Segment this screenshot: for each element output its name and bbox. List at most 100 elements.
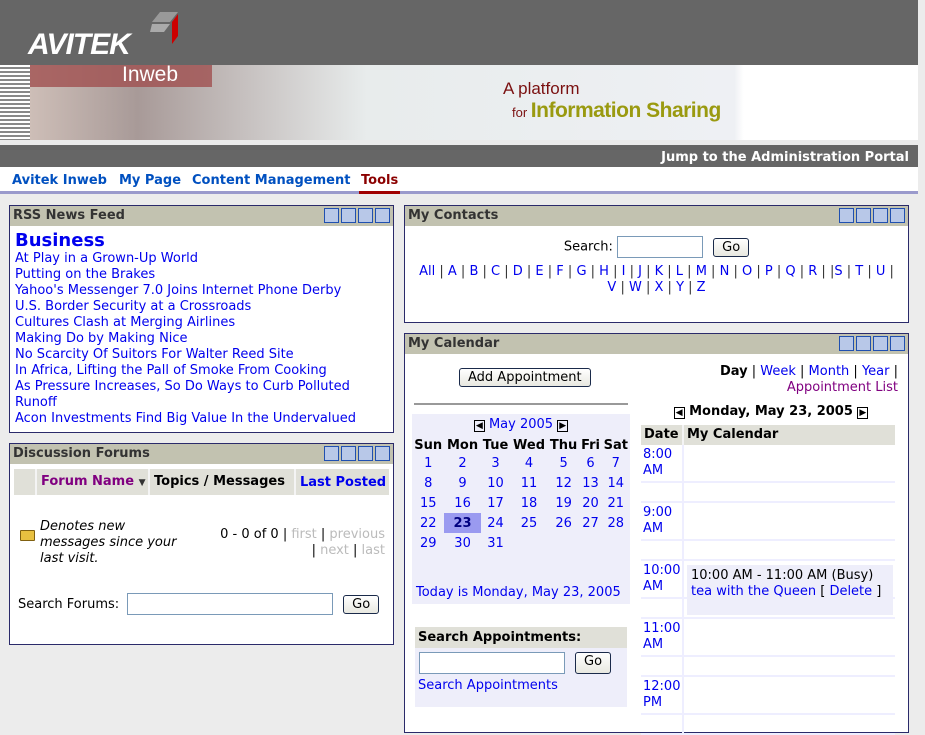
calendar-day[interactable]: 5: [548, 453, 580, 473]
maximize-icon[interactable]: [341, 446, 356, 461]
calendar-day[interactable]: 6: [580, 453, 602, 473]
calendar-day[interactable]: 23: [444, 513, 481, 533]
forum-search-go[interactable]: Go: [343, 594, 380, 614]
calendar-day[interactable]: 25: [510, 513, 547, 533]
rss-item[interactable]: In Africa, Lifting the Pall of Smoke Fro…: [15, 363, 388, 379]
contact-letter-x[interactable]: X: [655, 280, 664, 295]
view-appointment-list[interactable]: Appointment List: [787, 380, 898, 395]
add-appointment-button[interactable]: Add Appointment: [459, 368, 591, 387]
contact-letter-c[interactable]: C: [491, 264, 500, 279]
rss-item[interactable]: Cultures Clash at Merging Airlines: [15, 315, 388, 331]
edit-icon[interactable]: [890, 208, 905, 223]
event-delete-link[interactable]: Delete: [829, 584, 872, 599]
next-month-icon[interactable]: ▶: [557, 420, 569, 432]
rss-item[interactable]: Putting on the Brakes: [15, 267, 388, 283]
rss-item[interactable]: Acon Investments Find Big Value In the U…: [15, 411, 388, 427]
hour-link[interactable]: 10:00 AM: [641, 561, 684, 597]
contact-letter-b[interactable]: B: [469, 264, 478, 279]
nav-my-page[interactable]: My Page: [119, 173, 181, 188]
view-year[interactable]: Year: [862, 364, 890, 379]
contact-search-go[interactable]: Go: [713, 237, 750, 257]
edit-icon[interactable]: [890, 336, 905, 351]
event-name-link[interactable]: tea with the Queen: [691, 584, 816, 599]
rss-item[interactable]: At Play in a Grown-Up World: [15, 251, 388, 267]
maximize-icon[interactable]: [341, 208, 356, 223]
close-icon[interactable]: [873, 336, 888, 351]
calendar-day[interactable]: 14: [602, 473, 630, 493]
calendar-day[interactable]: 31: [481, 533, 511, 553]
contact-letter-v[interactable]: V: [607, 280, 616, 295]
calendar-day[interactable]: 10: [481, 473, 511, 493]
minimize-icon[interactable]: [324, 446, 339, 461]
rss-item[interactable]: U.S. Border Security at a Crossroads: [15, 299, 388, 315]
view-day[interactable]: Day: [720, 364, 748, 379]
calendar-day[interactable]: 27: [580, 513, 602, 533]
hour-link[interactable]: 12:00 PM: [641, 677, 684, 713]
pager-last[interactable]: last: [362, 543, 385, 558]
appointment-search-input[interactable]: [419, 652, 565, 674]
calendar-day[interactable]: 9: [444, 473, 480, 493]
contact-letter-r[interactable]: R: [808, 264, 817, 279]
contact-letter-e[interactable]: E: [535, 264, 543, 279]
contact-letter-g[interactable]: G: [576, 264, 586, 279]
close-icon[interactable]: [358, 446, 373, 461]
calendar-day[interactable]: 21: [602, 493, 630, 513]
pager-previous[interactable]: previous: [329, 527, 385, 542]
rss-item[interactable]: As Pressure Increases, So Do Ways to Cur…: [15, 379, 388, 411]
minimize-icon[interactable]: [839, 336, 854, 351]
contact-letter-o[interactable]: O: [742, 264, 752, 279]
pager-first[interactable]: first: [291, 527, 316, 542]
close-icon[interactable]: [873, 208, 888, 223]
contact-letter-y[interactable]: Y: [676, 280, 684, 295]
contact-letter-d[interactable]: D: [513, 264, 523, 279]
contact-letter-l[interactable]: L: [676, 264, 683, 279]
hour-link[interactable]: 8:00 AM: [641, 445, 684, 481]
rss-item[interactable]: No Scarcity Of Suitors For Walter Reed S…: [15, 347, 388, 363]
prev-month-icon[interactable]: ◀: [473, 420, 485, 432]
calendar-day[interactable]: 4: [510, 453, 547, 473]
rss-item[interactable]: Yahoo's Messenger 7.0 Joins Internet Pho…: [15, 283, 388, 299]
edit-icon[interactable]: [375, 446, 390, 461]
hour-slot[interactable]: [684, 503, 895, 539]
today-link[interactable]: Today is Monday, May 23, 2005: [412, 583, 630, 602]
hour-slot[interactable]: [684, 619, 895, 655]
close-icon[interactable]: [358, 208, 373, 223]
calendar-day[interactable]: 12: [548, 473, 580, 493]
col-last-posted[interactable]: Last Posted: [296, 475, 386, 490]
minimize-icon[interactable]: [839, 208, 854, 223]
nav-tools[interactable]: Tools: [359, 173, 401, 194]
calendar-day[interactable]: 8: [412, 473, 444, 493]
contact-letter-u[interactable]: U: [876, 264, 886, 279]
admin-portal-link[interactable]: Jump to the Administration Portal: [661, 150, 909, 165]
prev-day-icon[interactable]: ◀: [673, 407, 685, 419]
contact-letter-a[interactable]: A: [448, 264, 457, 279]
hour-link[interactable]: 9:00 AM: [641, 503, 684, 539]
calendar-day[interactable]: 3: [481, 453, 511, 473]
contact-letter-i[interactable]: I: [622, 264, 626, 279]
contact-letter-j[interactable]: J: [638, 264, 642, 279]
calendar-day[interactable]: 17: [481, 493, 511, 513]
contact-letter-all[interactable]: All: [419, 264, 435, 279]
calendar-day[interactable]: 19: [548, 493, 580, 513]
calendar-day[interactable]: 16: [444, 493, 480, 513]
minimize-icon[interactable]: [324, 208, 339, 223]
hour-slot[interactable]: [684, 677, 895, 713]
calendar-day[interactable]: 15: [412, 493, 444, 513]
calendar-day[interactable]: 7: [602, 453, 630, 473]
calendar-day[interactable]: 18: [510, 493, 547, 513]
calendar-day[interactable]: 2: [444, 453, 480, 473]
calendar-day[interactable]: 11: [510, 473, 547, 493]
calendar-day[interactable]: 20: [580, 493, 602, 513]
next-day-icon[interactable]: ▶: [857, 407, 869, 419]
rss-category[interactable]: Business: [15, 231, 388, 251]
maximize-icon[interactable]: [856, 208, 871, 223]
contact-letter-p[interactable]: P: [765, 264, 773, 279]
contact-letter-w[interactable]: W: [629, 280, 642, 295]
appointment-search-go[interactable]: Go: [575, 652, 612, 674]
calendar-day[interactable]: 29: [412, 533, 444, 553]
calendar-day[interactable]: 1: [412, 453, 444, 473]
calendar-day[interactable]: 26: [548, 513, 580, 533]
contact-letter-k[interactable]: K: [655, 264, 664, 279]
calendar-day[interactable]: 30: [444, 533, 480, 553]
half-hour-slot[interactable]: [684, 483, 895, 501]
